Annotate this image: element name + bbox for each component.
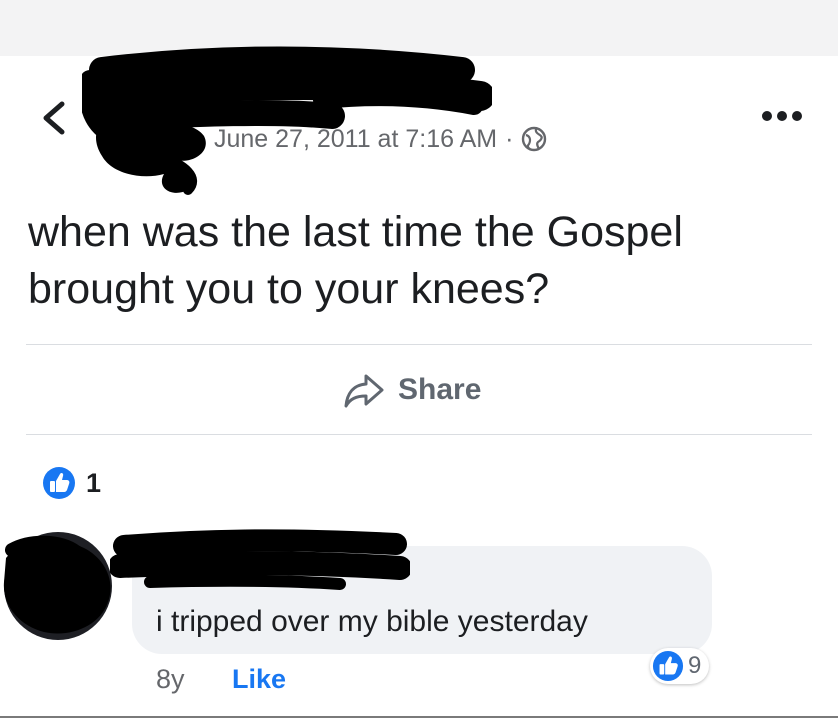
post-reactions[interactable]: 1 [42,466,101,500]
globe-icon [522,126,547,152]
screenshot-bottom-border [0,716,838,718]
thumbs-up-icon [43,467,75,499]
comment-age: 8y [156,664,185,694]
separator-dot: · [505,125,514,153]
thumbs-up-icon [652,650,684,682]
comment-reactions[interactable]: 9 [650,648,710,684]
post-timestamp[interactable]: June 27, 2011 at 7:16 AM [214,124,497,154]
post-reaction-count: 1 [86,467,102,498]
share-button[interactable]: Share [342,364,481,416]
comment-reaction-count: 9 [688,652,702,679]
post-timestamp-row: June 27, 2011 at 7:16 AM · [214,124,547,154]
commenter-avatar-redacted[interactable] [0,522,120,640]
share-label: Share [398,373,482,406]
more-options-icon[interactable] [760,104,804,128]
comment-like-button[interactable]: Like [232,664,286,695]
back-chevron-icon[interactable] [36,98,72,138]
share-arrow-icon [344,374,384,408]
divider-top [26,344,812,345]
commenter-name-redacted [110,529,410,590]
post-body-text: when was the last time the Gospel brough… [28,208,683,313]
divider-bottom [26,434,812,435]
comment-text: i tripped over my bible yesterday [156,605,588,638]
